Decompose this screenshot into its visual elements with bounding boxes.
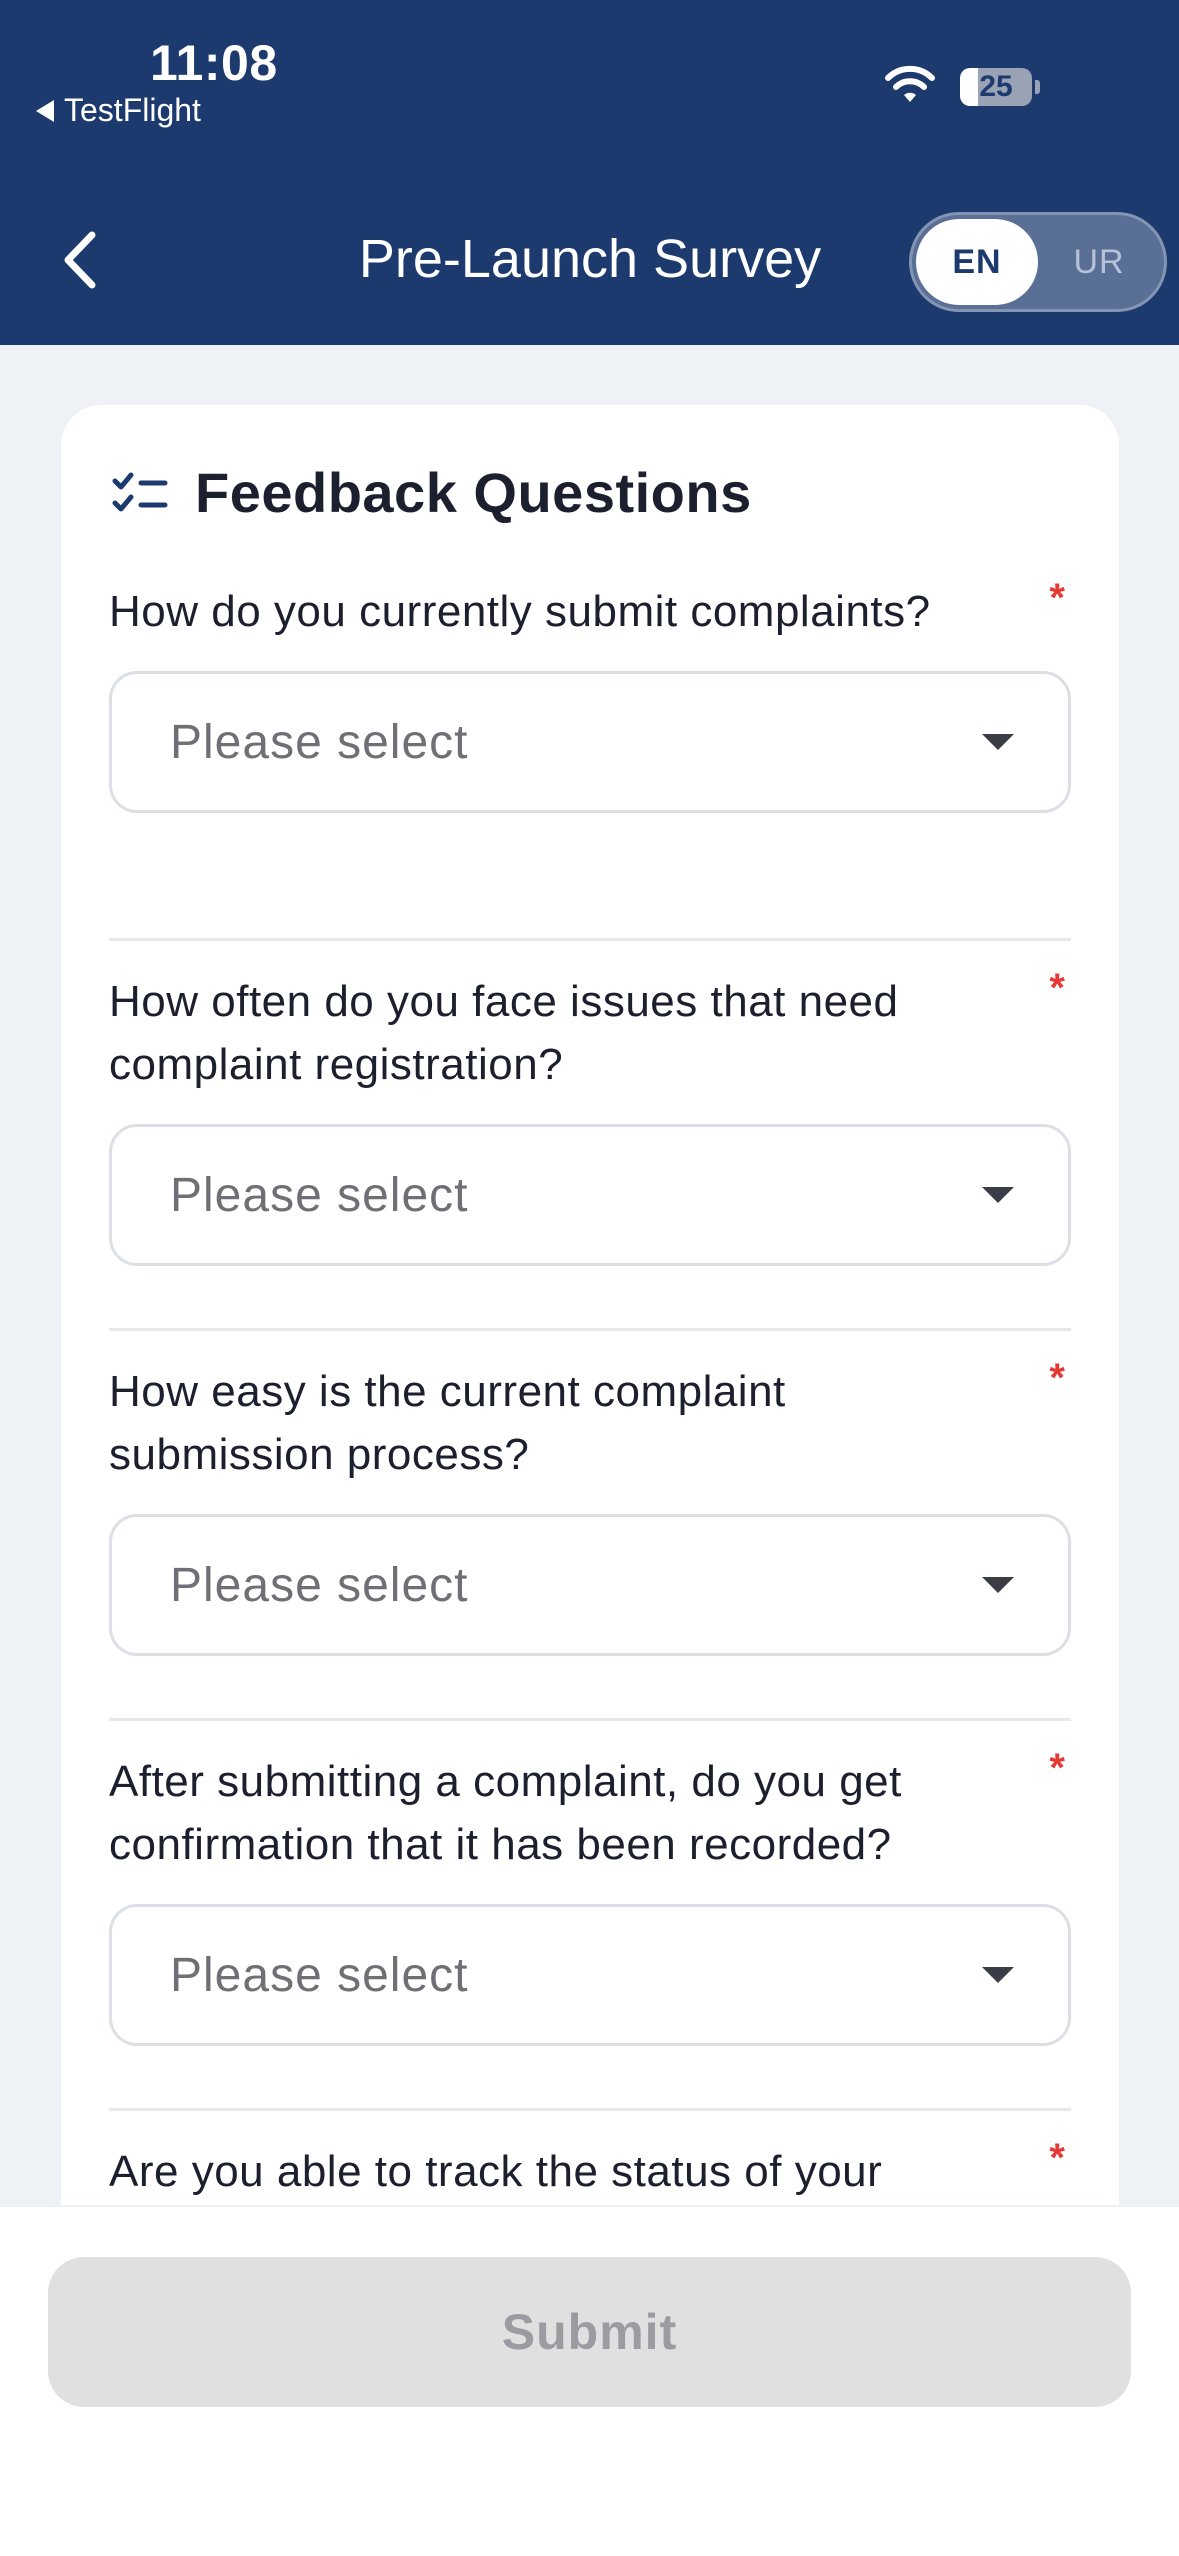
question-label: After submitting a complaint, do you get… <box>109 1757 902 1869</box>
language-toggle[interactable]: EN UR <box>909 212 1167 312</box>
page-title: Pre-Launch Survey <box>358 229 822 289</box>
question-2: How often do you face issues that need c… <box>109 966 1071 1266</box>
battery-indicator: 25 <box>960 68 1032 106</box>
question-label: Are you able to track the status of your <box>109 2147 883 2196</box>
checklist-icon <box>112 472 168 511</box>
select-placeholder: Please select <box>170 1558 469 1612</box>
submit-button[interactable]: Submit <box>48 2257 1131 2407</box>
question-1-select[interactable]: Please select <box>109 671 1071 813</box>
caret-down-icon <box>982 734 1014 750</box>
back-button[interactable] <box>60 225 120 295</box>
divider <box>109 2108 1071 2111</box>
caret-down-icon <box>982 1187 1014 1203</box>
question-4: After submitting a complaint, do you get… <box>109 1746 1071 2046</box>
select-placeholder: Please select <box>170 715 469 769</box>
question-5: Are you able to track the status of your… <box>109 2136 1071 2203</box>
question-1: How do you currently submit complaints? … <box>109 576 1071 813</box>
required-marker: * <box>1049 2136 1065 2180</box>
status-time: 11:08 <box>150 35 278 91</box>
question-4-select[interactable]: Please select <box>109 1904 1071 2046</box>
card-title: Feedback Questions <box>195 461 752 524</box>
caret-down-icon <box>982 1577 1014 1593</box>
question-3: How easy is the current complaint submis… <box>109 1356 1071 1656</box>
divider <box>109 1328 1071 1331</box>
select-placeholder: Please select <box>170 1948 469 2002</box>
divider <box>109 1718 1071 1721</box>
divider <box>109 938 1071 941</box>
chevron-left-icon <box>64 231 96 289</box>
card-header: Feedback Questions <box>111 460 752 525</box>
required-marker: * <box>1049 966 1065 1010</box>
battery-cap <box>1035 80 1040 94</box>
battery-fill <box>960 68 978 106</box>
question-label: How easy is the current complaint submis… <box>109 1367 786 1479</box>
battery-percent: 25 <box>979 70 1013 103</box>
required-marker: * <box>1049 1746 1065 1790</box>
required-marker: * <box>1049 1356 1065 1400</box>
lang-en-option[interactable]: EN <box>916 219 1038 305</box>
feedback-card: Feedback Questions How do you currently … <box>61 405 1119 2205</box>
question-label: How often do you face issues that need c… <box>109 977 899 1089</box>
question-3-select[interactable]: Please select <box>109 1514 1071 1656</box>
lang-ur-option[interactable]: UR <box>1038 219 1160 305</box>
back-app-label: TestFlight <box>64 92 201 128</box>
wifi-icon <box>885 65 935 102</box>
app-header: 11:08 TestFlight 25 Pre-Launch Survey EN… <box>0 0 1179 345</box>
question-label: How do you currently submit complaints? <box>109 587 931 636</box>
required-marker: * <box>1049 576 1065 620</box>
caret-down-icon <box>982 1967 1014 1983</box>
question-2-select[interactable]: Please select <box>109 1124 1071 1266</box>
back-triangle-icon <box>36 99 54 122</box>
bottom-action-bar: Submit <box>0 2207 1179 2556</box>
back-to-testflight[interactable]: TestFlight <box>36 92 201 129</box>
select-placeholder: Please select <box>170 1168 469 1222</box>
